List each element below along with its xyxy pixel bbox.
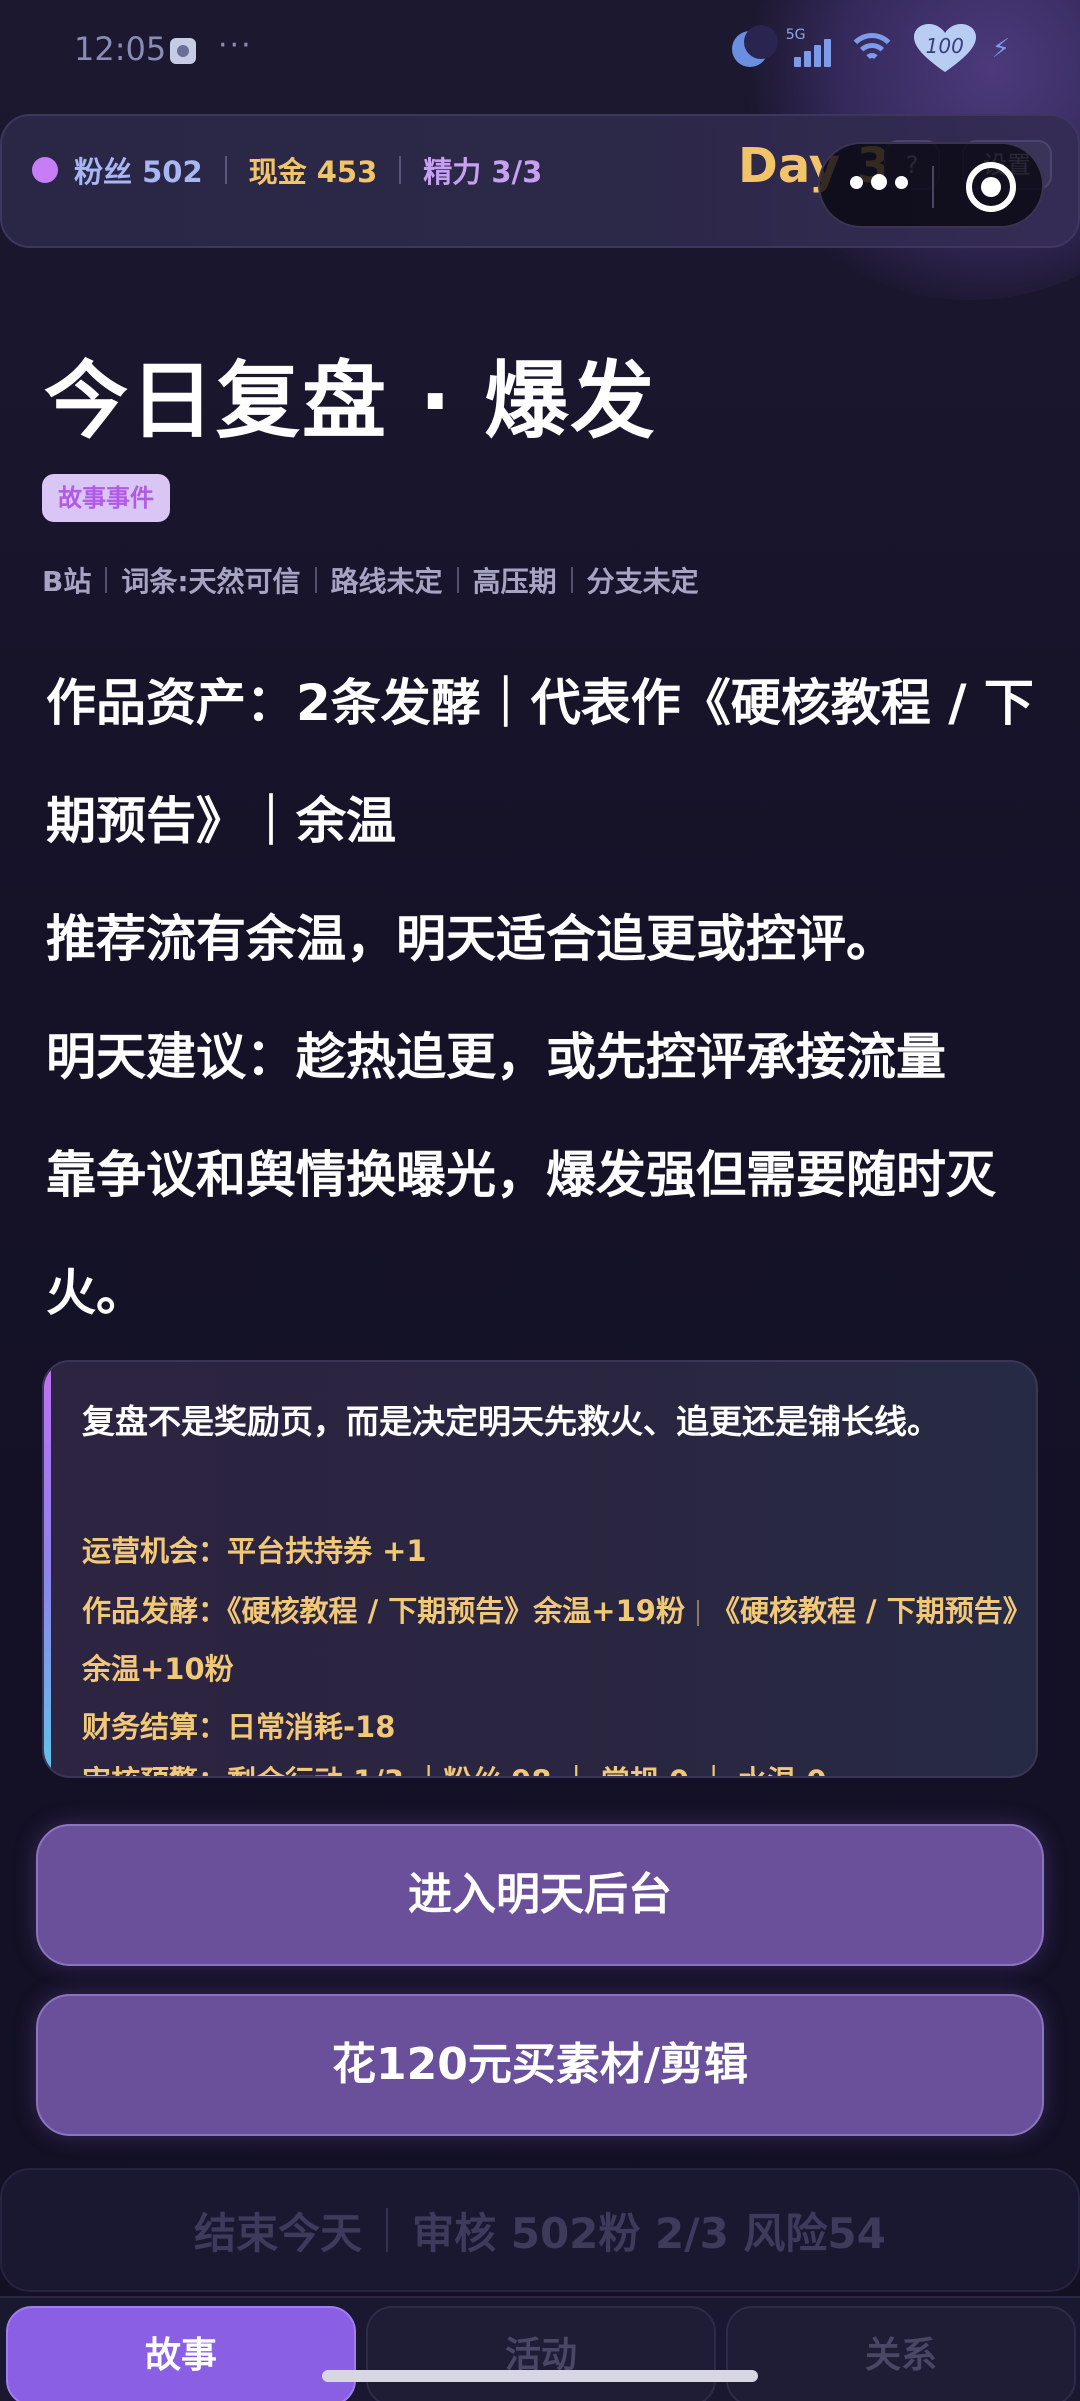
battery-level: 100 xyxy=(925,34,964,58)
capsule-close-icon[interactable] xyxy=(966,162,1016,212)
page-title: 今日复盘 · 爆发 xyxy=(44,352,657,450)
home-indicator[interactable] xyxy=(322,2370,758,2382)
meta-phase: 高压期 xyxy=(472,565,557,598)
status-icons: 5G 100 ⚡ xyxy=(731,24,1010,74)
cellular-signal-icon: 5G xyxy=(786,27,832,71)
meta-branch: 分支未定 xyxy=(586,565,699,598)
meta-platform: B站 xyxy=(42,565,92,598)
more-notifications-icon: ··· xyxy=(218,28,253,63)
end-day-label: 结束今天 xyxy=(194,2208,363,2258)
tab-relations[interactable]: 关系 xyxy=(726,2306,1076,2401)
capsule-menu-icon[interactable] xyxy=(850,174,908,190)
app-screen: 12:05 ··· 5G 100 ⚡ 粉丝 502 现金 453 精力 3/3 … xyxy=(0,0,1080,2401)
review-status-label: 审核 502粉 2/3 风险54 xyxy=(412,2208,886,2258)
notification-app-icon xyxy=(170,38,196,64)
battery-heart-icon: 100 xyxy=(912,24,978,74)
card-opportunity: 运营机会：平台扶持券 +1 xyxy=(82,1534,427,1568)
charging-icon: ⚡ xyxy=(991,34,1010,64)
miniprogram-capsule xyxy=(818,142,1044,228)
cash-stat: 现金 453 xyxy=(248,155,378,189)
meta-row: B站 词条:天然可信 路线未定 高压期 分支未定 xyxy=(42,560,699,600)
wifi-icon xyxy=(845,27,898,71)
buy-material-button[interactable]: 花120元买素材/剪辑 xyxy=(36,1994,1044,2136)
meta-route: 路线未定 xyxy=(330,565,443,598)
stats-row: 粉丝 502 现金 453 精力 3/3 xyxy=(32,146,542,194)
fans-dot-icon xyxy=(32,157,58,183)
paragraph-recommend: 推荐流有余温，明天适合追更或控评。 xyxy=(46,910,896,968)
fans-stat: 粉丝 502 xyxy=(74,155,203,189)
energy-stat: 精力 3/3 xyxy=(423,155,543,189)
paragraph-assets: 作品资产：2条发酵｜代表作《硬核教程 / 下期预告》｜余温 xyxy=(46,674,1034,850)
status-time: 12:05 xyxy=(74,30,167,68)
card-works-a: 作品发酵：《硬核教程 / 下期预告》余温+19粉 xyxy=(82,1594,685,1628)
paragraph-advice: 明天建议：趁热追更，或先控评承接流量 xyxy=(46,1028,946,1086)
tab-activity[interactable]: 活动 xyxy=(366,2306,716,2401)
paragraph-controversy: 靠争议和舆情换曝光，爆发强但需要随时灭火。 xyxy=(46,1146,996,1322)
network-type-label: 5G xyxy=(785,27,806,43)
story-event-tag: 故事事件 xyxy=(42,474,170,522)
status-bar: 12:05 ··· 5G 100 ⚡ xyxy=(0,0,1080,110)
card-accent-bar xyxy=(44,1362,51,1776)
end-day-bar[interactable]: 结束今天 审核 502粉 2/3 风险54 xyxy=(0,2168,1080,2292)
card-review-warning: 审核预警：剩余行动 1/3 ｜粉丝 98 ｜ 常规 0 ｜ 水温 0 xyxy=(82,1752,1032,1776)
do-not-disturb-icon xyxy=(731,25,778,69)
card-finance: 财务结算：日常消耗-18 xyxy=(82,1710,396,1744)
card-lead-text: 复盘不是奖励页，而是决定明天先救火、追更还是铺长线。 xyxy=(82,1402,940,1441)
bottom-tab-bar: 故事 活动 关系 xyxy=(0,2296,1080,2401)
review-card[interactable]: 复盘不是奖励页，而是决定明天先救火、追更还是铺长线。 运营机会：平台扶持券 +1… xyxy=(42,1360,1038,1778)
enter-tomorrow-button[interactable]: 进入明天后台 xyxy=(36,1824,1044,1966)
tab-story[interactable]: 故事 xyxy=(6,2306,356,2401)
card-works: 作品发酵：《硬核教程 / 下期预告》余温+19粉 《硬核教程 / 下期预告》余温+… xyxy=(82,1582,1032,1698)
meta-trait: 词条:天然可信 xyxy=(121,565,301,598)
